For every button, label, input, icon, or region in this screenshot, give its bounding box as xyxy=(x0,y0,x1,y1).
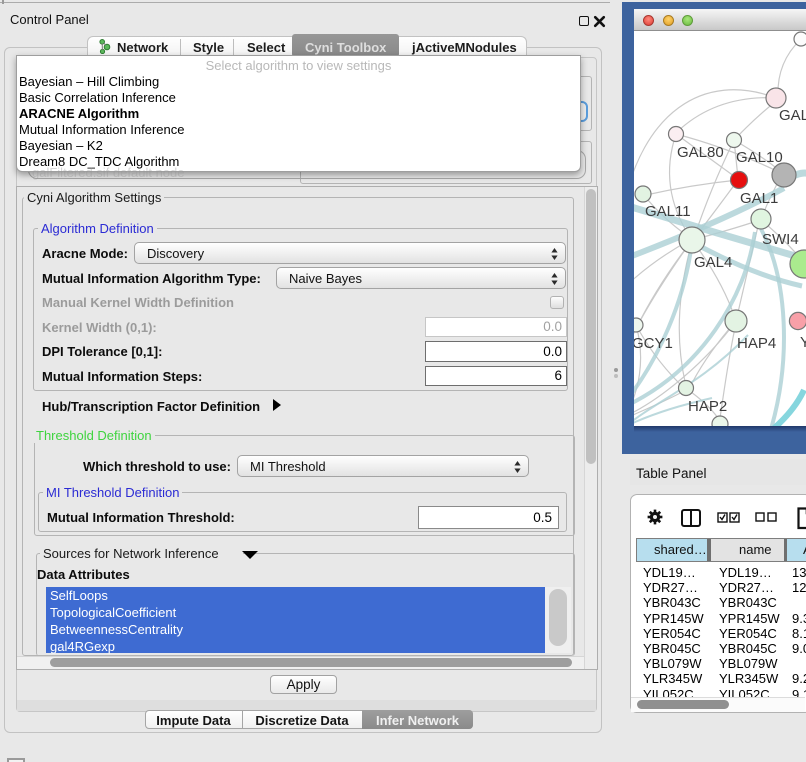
svg-text:HAP4: HAP4 xyxy=(737,335,776,352)
svg-text:GAL4: GAL4 xyxy=(694,254,732,271)
svg-text:GAL11: GAL11 xyxy=(645,203,691,220)
svg-text:GAL8: GAL8 xyxy=(779,107,806,124)
svg-text:SWI4: SWI4 xyxy=(762,231,799,248)
svg-text:GAL80: GAL80 xyxy=(677,144,724,161)
svg-text:GCY1: GCY1 xyxy=(634,335,673,352)
svg-text:GAL10: GAL10 xyxy=(736,149,783,166)
svg-text:GAL1: GAL1 xyxy=(740,190,778,207)
svg-text:YM: YM xyxy=(800,334,806,351)
svg-text:HAP2: HAP2 xyxy=(688,398,727,415)
